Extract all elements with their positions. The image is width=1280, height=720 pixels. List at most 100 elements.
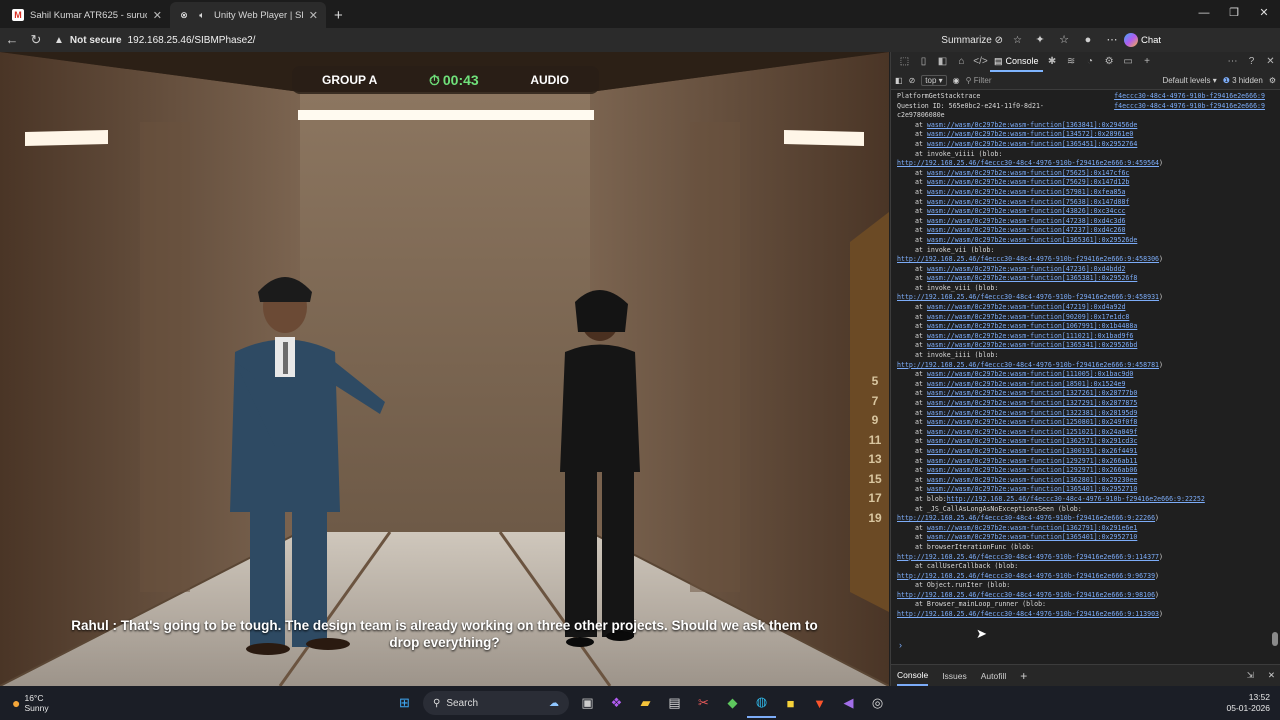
source-link[interactable]: wasm://wasm/0c297b2e:wasm-function[13223…: [927, 409, 1137, 417]
brave-browser-icon[interactable]: ▼: [805, 688, 834, 718]
sidebar-toggle-icon[interactable]: ◧: [895, 76, 903, 85]
sidebar-icon[interactable]: ◧: [933, 52, 952, 72]
drawer-tab-autofill[interactable]: Autofill: [981, 671, 1007, 681]
source-link[interactable]: http://192.168.25.46/f4eccc30-48c4-4976-…: [897, 572, 1155, 580]
inspect-icon[interactable]: ⬚: [895, 52, 914, 72]
file-explorer-icon[interactable]: ▰: [631, 688, 660, 718]
console-settings-icon[interactable]: ⚙: [1269, 76, 1276, 85]
clock[interactable]: 13:52 05-01-2026: [1227, 692, 1280, 714]
weather-widget[interactable]: ● 16°C Sunny: [0, 693, 140, 713]
tab-console[interactable]: ▤ Console: [990, 52, 1043, 72]
source-link[interactable]: http://192.168.25.46/f4eccc30-48c4-4976-…: [897, 610, 1159, 618]
snipping-tool-icon[interactable]: ✂: [689, 688, 718, 718]
back-icon[interactable]: ←: [0, 28, 24, 52]
source-link[interactable]: wasm://wasm/0c297b2e:wasm-function[13654…: [927, 485, 1137, 493]
recording-app-icon[interactable]: ◎: [863, 688, 892, 718]
edge-browser-icon[interactable]: ◍: [747, 688, 776, 718]
log-levels-select[interactable]: Default levels ▾: [1162, 76, 1216, 85]
profile-icon[interactable]: ●: [1076, 30, 1100, 50]
source-link[interactable]: wasm://wasm/0c297b2e:wasm-function[13638…: [927, 121, 1137, 129]
clear-console-icon[interactable]: ⊘: [909, 76, 916, 85]
source-link[interactable]: wasm://wasm/0c297b2e:wasm-function[47237…: [927, 226, 1126, 234]
task-view-icon[interactable]: ▣: [573, 688, 602, 718]
drawer-tab-issues[interactable]: Issues: [942, 671, 967, 681]
store-icon[interactable]: ▤: [660, 688, 689, 718]
application-icon[interactable]: ▭: [1119, 52, 1138, 72]
extensions-icon[interactable]: ✦: [1028, 30, 1052, 50]
close-icon[interactable]: ✕: [153, 9, 162, 22]
source-link[interactable]: wasm://wasm/0c297b2e:wasm-function[13653…: [927, 274, 1137, 282]
windows-start-icon[interactable]: ⊞: [390, 688, 419, 718]
copilot-app-icon[interactable]: ❖: [602, 688, 631, 718]
console-log[interactable]: PlatformGetStacktrace f4eccc30-48c4-4976-…: [897, 92, 1269, 640]
source-link[interactable]: http://192.168.25.46/f4eccc30-48c4-4976-…: [897, 255, 1159, 263]
help-icon[interactable]: ?: [1242, 52, 1261, 72]
visual-studio-icon[interactable]: ◀: [834, 688, 863, 718]
source-link[interactable]: http://192.168.25.46/f4eccc30-48c4-4976-…: [947, 495, 1205, 503]
source-link[interactable]: http://192.168.25.46/f4eccc30-48c4-4976-…: [897, 361, 1159, 369]
audio-playing-icon[interactable]: 🔈︎: [196, 9, 208, 21]
eye-icon[interactable]: ◉: [953, 76, 960, 85]
source-link[interactable]: f4eccc30-48c4-4976-910b-f29416e2e666:9: [1114, 92, 1265, 102]
context-select[interactable]: top ▾: [921, 75, 947, 86]
summarize-button[interactable]: Summarize ⊘: [941, 35, 1003, 46]
close-icon[interactable]: ✕: [309, 9, 318, 22]
audio-button[interactable]: AUDIO: [530, 73, 569, 87]
source-link[interactable]: wasm://wasm/0c297b2e:wasm-function[13272…: [927, 399, 1137, 407]
new-tab-button[interactable]: +: [326, 2, 351, 28]
favorites-icon[interactable]: ☆: [1052, 30, 1076, 50]
source-link[interactable]: f4eccc30-48c4-4976-910b-f29416e2e666:9: [1114, 102, 1265, 112]
source-link[interactable]: wasm://wasm/0c297b2e:wasm-function[18501…: [927, 380, 1126, 388]
drawer-tab-console[interactable]: Console: [897, 666, 929, 686]
source-link[interactable]: wasm://wasm/0c297b2e:wasm-function[11102…: [927, 332, 1133, 340]
source-link[interactable]: wasm://wasm/0c297b2e:wasm-function[11100…: [927, 370, 1133, 378]
source-link[interactable]: wasm://wasm/0c297b2e:wasm-function[47238…: [927, 217, 1126, 225]
source-link[interactable]: wasm://wasm/0c297b2e:wasm-function[47219…: [927, 303, 1126, 311]
copilot-chat-button[interactable]: Chat: [1124, 33, 1161, 47]
source-link[interactable]: wasm://wasm/0c297b2e:wasm-function[13272…: [927, 389, 1137, 397]
more-tools-icon[interactable]: ⋯: [1223, 52, 1242, 72]
source-link[interactable]: wasm://wasm/0c297b2e:wasm-function[13457…: [927, 130, 1133, 138]
taskbar-search[interactable]: ⚲ Search ☁: [423, 691, 569, 715]
tab-gmail[interactable]: M Sahil Kumar ATR625 - suruchi.shri ✕: [4, 2, 170, 28]
gear-icon[interactable]: ⚙: [1100, 52, 1119, 72]
add-tool-icon[interactable]: +: [1138, 52, 1157, 72]
source-link[interactable]: wasm://wasm/0c297b2e:wasm-function[12929…: [927, 466, 1137, 474]
close-window-button[interactable]: ✕: [1250, 4, 1278, 22]
source-link[interactable]: wasm://wasm/0c297b2e:wasm-function[13653…: [927, 236, 1137, 244]
source-link[interactable]: http://192.168.25.46/f4eccc30-48c4-4976-…: [897, 553, 1159, 561]
source-link[interactable]: wasm://wasm/0c297b2e:wasm-function[43826…: [927, 207, 1126, 215]
source-link[interactable]: wasm://wasm/0c297b2e:wasm-function[75638…: [927, 198, 1129, 206]
favorite-star-icon[interactable]: ☆: [1013, 35, 1022, 46]
xbox-app-icon[interactable]: ◆: [718, 688, 747, 718]
source-link[interactable]: wasm://wasm/0c297b2e:wasm-function[75629…: [927, 178, 1129, 186]
source-link[interactable]: wasm://wasm/0c297b2e:wasm-function[13625…: [927, 437, 1137, 445]
tab-unity-player[interactable]: ⊗ 🔈︎ Unity Web Player | SIBM Phase ✕: [170, 2, 326, 28]
restore-button[interactable]: ❐: [1220, 4, 1248, 22]
close-icon[interactable]: ✕: [1261, 52, 1280, 72]
source-link[interactable]: http://192.168.25.46/f4eccc30-48c4-4976-…: [897, 514, 1155, 522]
device-icon[interactable]: ▯: [914, 52, 933, 72]
warning-icon[interactable]: ▲: [54, 35, 64, 46]
source-link[interactable]: wasm://wasm/0c297b2e:wasm-function[13653…: [927, 341, 1137, 349]
console-prompt-icon[interactable]: ›: [899, 640, 902, 650]
unity-game-canvas[interactable]: 5 7 9 11 13 15 17 19 GROUP A ⏱ 00:43 AUD…: [0, 52, 889, 686]
source-link[interactable]: wasm://wasm/0c297b2e:wasm-function[47236…: [927, 265, 1126, 273]
bug-icon[interactable]: ✱: [1043, 52, 1062, 72]
source-link[interactable]: wasm://wasm/0c297b2e:wasm-function[57981…: [927, 188, 1126, 196]
source-link[interactable]: wasm://wasm/0c297b2e:wasm-function[13627…: [927, 524, 1137, 532]
filter-input[interactable]: ⚲ Filter: [966, 76, 1086, 85]
source-link[interactable]: http://192.168.25.46/f4eccc30-48c4-4976-…: [897, 591, 1155, 599]
sticky-notes-icon[interactable]: ■: [776, 688, 805, 718]
source-link[interactable]: wasm://wasm/0c297b2e:wasm-function[13001…: [927, 447, 1137, 455]
source-link[interactable]: wasm://wasm/0c297b2e:wasm-function[75625…: [927, 169, 1129, 177]
add-drawer-tab-icon[interactable]: +: [1020, 669, 1027, 683]
source-link[interactable]: wasm://wasm/0c297b2e:wasm-function[13654…: [927, 140, 1137, 148]
url-text[interactable]: 192.168.25.46/SIBMPhase2/: [128, 35, 256, 46]
performance-icon[interactable]: ◔: [1081, 52, 1100, 72]
security-status[interactable]: Not secure: [70, 35, 122, 46]
network-icon[interactable]: ≋: [1062, 52, 1081, 72]
source-link[interactable]: wasm://wasm/0c297b2e:wasm-function[12510…: [927, 428, 1137, 436]
close-drawer-icon[interactable]: ✕: [1268, 670, 1275, 681]
source-link[interactable]: wasm://wasm/0c297b2e:wasm-function[10679…: [927, 322, 1137, 330]
